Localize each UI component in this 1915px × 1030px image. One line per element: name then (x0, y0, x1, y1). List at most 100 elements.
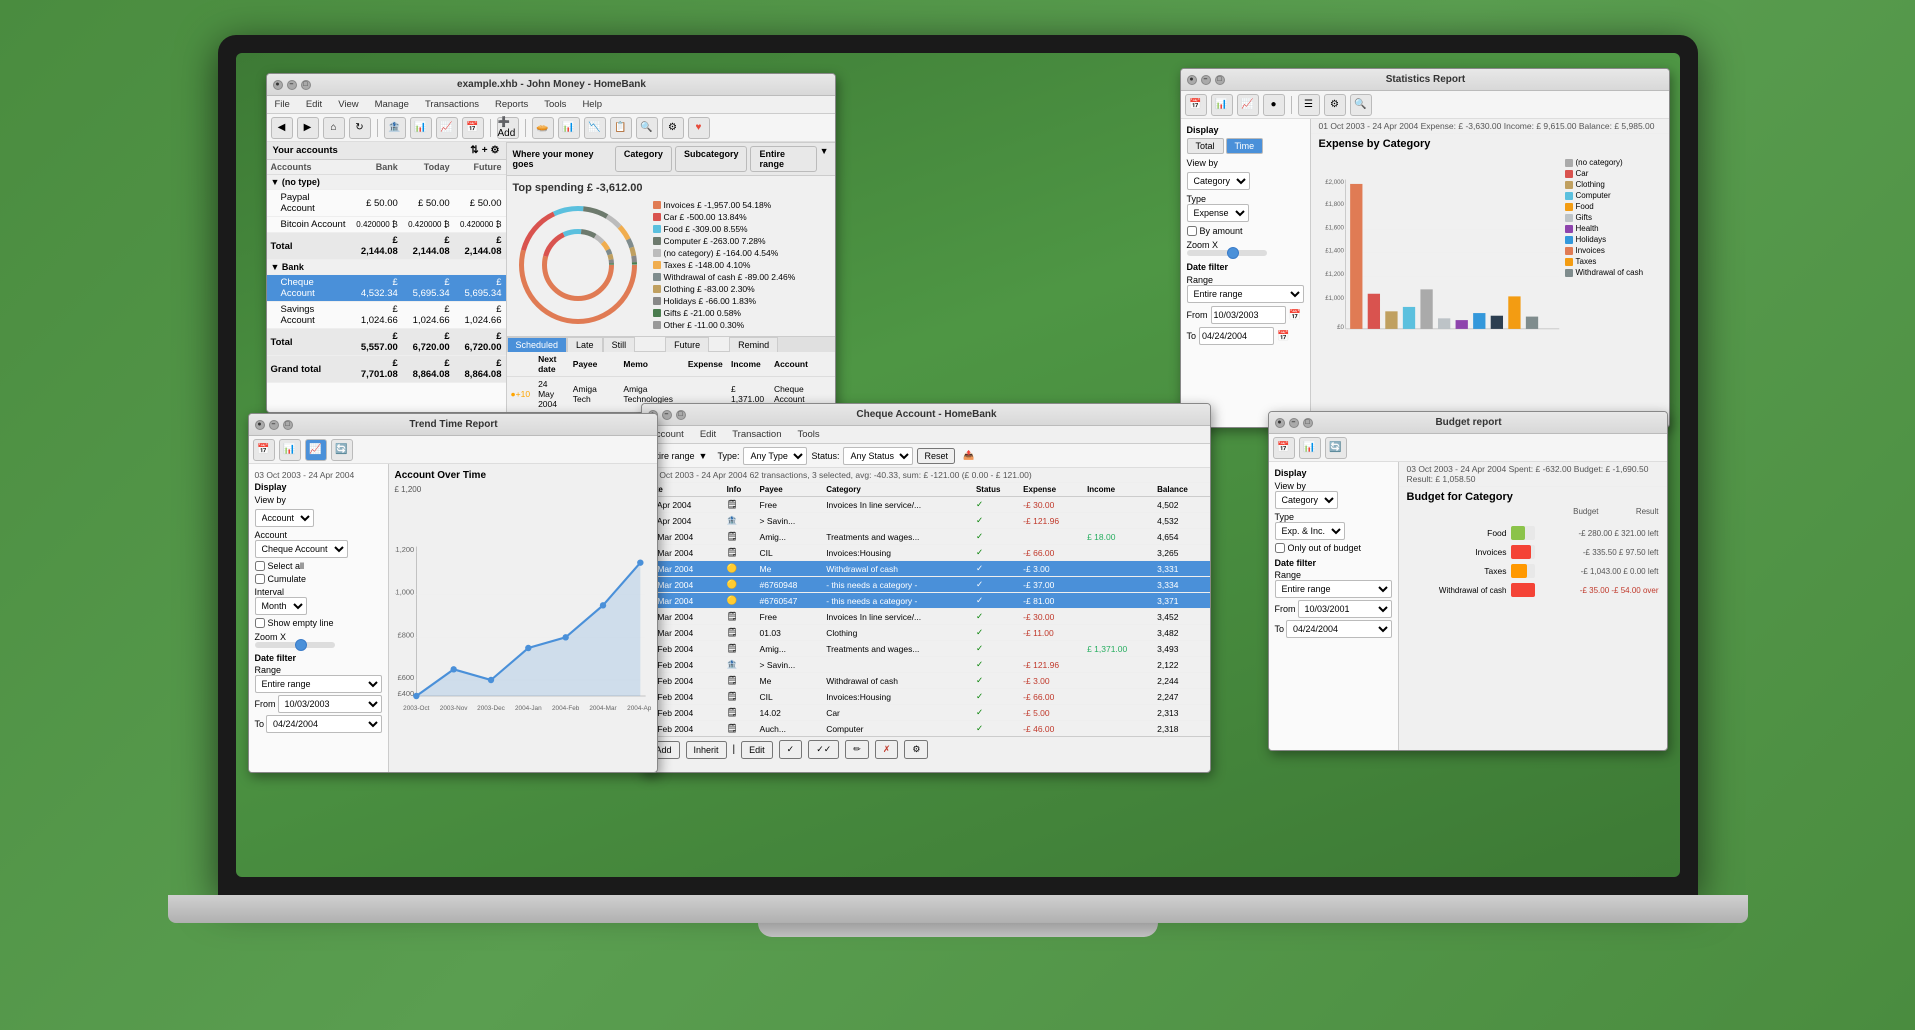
toolbar-filter[interactable]: 🔍 (636, 117, 658, 139)
stats-range-select[interactable]: Entire range (1187, 285, 1304, 303)
stats-byamount-check[interactable] (1187, 226, 1197, 236)
cheque-minimize[interactable]: – (662, 410, 672, 420)
toolbar-forward[interactable]: ▶ (297, 117, 319, 139)
toolbar-heart[interactable]: ♥ (688, 117, 710, 139)
menu-view[interactable]: View (334, 98, 362, 111)
trans-row-12[interactable]: 25 Feb 2004 🗒 Me Withdrawal of cash ✓ -£… (642, 673, 1210, 689)
budget-btn-2[interactable]: 📊 (1299, 437, 1321, 459)
cheque-dropdown-icon[interactable]: ▼ (699, 451, 708, 461)
filter-dropdown-icon[interactable]: ▼ (820, 146, 829, 172)
trans-delete-btn[interactable]: ✗ (875, 740, 899, 759)
stats-close[interactable]: ● (1187, 75, 1197, 85)
cheque-trans-scroll[interactable]: Date Info Payee Category Status Expense … (642, 483, 1210, 736)
trans-row-13[interactable]: 15 Feb 2004 🗒 CIL Invoices:Housing ✓ -£ … (642, 689, 1210, 705)
trans-row-8[interactable]: 03 Mar 2004 🗒 Free Invoices In line serv… (642, 609, 1210, 625)
trend-btn-2[interactable]: 📊 (279, 439, 301, 461)
trend-btn-4[interactable]: 🔄 (331, 439, 353, 461)
trans-row-7[interactable]: 14 Mar 2004 🟡 #6760547 - this needs a ca… (642, 593, 1210, 609)
maximize-btn[interactable]: □ (301, 80, 311, 90)
budget-close[interactable]: ● (1275, 418, 1285, 428)
trans-row-11[interactable]: 27 Feb 2004 🏦 > Savin... ✓ -£ 121.96 2,1… (642, 657, 1210, 673)
trans-row-6[interactable]: 14 Mar 2004 🟡 #6760948 - this needs a ca… (642, 577, 1210, 593)
account-row-savings[interactable]: Savings Account £ 1,024.66 £ 1,024.66 £ … (267, 302, 506, 329)
trend-interval-select[interactable]: Month (255, 597, 307, 615)
stats-to-input[interactable] (1199, 327, 1274, 345)
account-row-bitcoin[interactable]: Bitcoin Account 0.420000 ₿ 0.420000 ₿ 0.… (267, 217, 506, 233)
toolbar-add[interactable]: ➕ Add (497, 117, 519, 139)
stats-viewby-select[interactable]: Category (1187, 172, 1250, 190)
menu-file[interactable]: File (271, 98, 294, 111)
cheque-reset-btn[interactable]: Reset (917, 448, 955, 464)
budget-type-select[interactable]: Exp. & Inc. (1275, 522, 1345, 540)
trans-row-1[interactable]: 03 Apr 2004 🗒 Free Invoices In line serv… (642, 497, 1210, 513)
trans-edit2-btn[interactable]: ✏ (845, 740, 869, 759)
tab-scheduled[interactable]: Scheduled (507, 337, 568, 352)
stats-btn-4[interactable]: ● (1263, 94, 1285, 116)
toolbar-calendar[interactable]: 📅 (462, 117, 484, 139)
trans-settings-btn[interactable]: ⚙ (904, 740, 928, 759)
trend-selectall-check[interactable] (255, 561, 265, 571)
trend-btn-3[interactable]: 📈 (305, 439, 327, 461)
budget-viewby-select[interactable]: Category (1275, 491, 1338, 509)
budget-to-select[interactable]: 04/24/2004 (1286, 620, 1391, 638)
menu-tools[interactable]: Tools (540, 98, 570, 111)
trans-row-9[interactable]: 01 Mar 2004 🗒 01.03 Clothing ✓ -£ 11.00 … (642, 625, 1210, 641)
accounts-sort-icon[interactable]: ⇅ (470, 145, 478, 156)
stats-btn-5[interactable]: ☰ (1298, 94, 1320, 116)
stats-zoomx-thumb[interactable] (1227, 247, 1239, 259)
trend-close[interactable]: ● (255, 420, 265, 430)
stats-mode-total[interactable]: Total (1187, 138, 1224, 154)
trend-range-select[interactable]: Entire range (255, 675, 382, 693)
trans-row-10[interactable]: 27 Feb 2004 🗒 Amig... Treatments and wag… (642, 641, 1210, 657)
trend-btn-1[interactable]: 📅 (253, 439, 275, 461)
stats-to-calendar-icon[interactable]: 📅 (1277, 331, 1289, 342)
trans-row-15[interactable]: 05 Feb 2004 🗒 Auch... Computer ✓ -£ 46.0… (642, 721, 1210, 737)
budget-from-select[interactable]: 10/03/2001 (1298, 600, 1392, 618)
trend-account-select[interactable]: Cheque Account (255, 540, 348, 558)
toolbar-refresh[interactable]: ↻ (349, 117, 371, 139)
stats-btn-2[interactable]: 📊 (1211, 94, 1233, 116)
menu-reports[interactable]: Reports (491, 98, 532, 111)
budget-onlyout-check[interactable] (1275, 543, 1285, 553)
menu-manage[interactable]: Manage (371, 98, 413, 111)
stats-mode-time[interactable]: Time (1226, 138, 1264, 154)
budget-maximize[interactable]: □ (1303, 418, 1313, 428)
tab-future[interactable]: Future (665, 337, 709, 352)
trend-cumulate-check[interactable] (255, 574, 265, 584)
budget-minimize[interactable]: – (1289, 418, 1299, 428)
toolbar-settings[interactable]: ⚙ (662, 117, 684, 139)
trend-zoomx-thumb[interactable] (295, 639, 307, 651)
toolbar-back[interactable]: ◀ (271, 117, 293, 139)
toolbar-report[interactable]: 📋 (610, 117, 632, 139)
stats-type-select[interactable]: Expense (1187, 204, 1249, 222)
account-row-paypal[interactable]: Paypal Account £ 50.00 £ 50.00 £ 50.00 (267, 190, 506, 217)
filter-entirerange-btn[interactable]: Entire range (750, 146, 816, 172)
stats-maximize[interactable]: □ (1215, 75, 1225, 85)
stats-btn-6[interactable]: ⚙ (1324, 94, 1346, 116)
filter-category-btn[interactable]: Category (615, 146, 672, 172)
menu-transactions[interactable]: Transactions (421, 98, 483, 111)
cheque-status-select[interactable]: Any Status (843, 447, 913, 465)
toolbar-stats[interactable]: 📈 (436, 117, 458, 139)
menu-edit[interactable]: Edit (302, 98, 326, 111)
stats-btn-7[interactable]: 🔍 (1350, 94, 1372, 116)
cheque-menu-tools[interactable]: Tools (793, 428, 823, 441)
tab-late[interactable]: Late (567, 337, 603, 352)
trend-showempty-check[interactable] (255, 618, 265, 628)
trend-minimize[interactable]: – (269, 420, 279, 430)
filter-subcategory-btn[interactable]: Subcategory (675, 146, 748, 172)
toolbar-bar-chart[interactable]: 📊 (558, 117, 580, 139)
toolbar-accounts[interactable]: 🏦 (384, 117, 406, 139)
trans-checkall-btn[interactable]: ✓✓ (808, 740, 839, 759)
trans-row-14[interactable]: 14 Feb 2004 🗒 14.02 Car ✓ -£ 5.00 2,313 (642, 705, 1210, 721)
trans-row-2[interactable]: 03 Apr 2004 🏦 > Savin... ✓ -£ 121.96 4,5… (642, 513, 1210, 529)
cheque-type-select[interactable]: Any Type (743, 447, 807, 465)
cheque-menu-edit[interactable]: Edit (696, 428, 720, 441)
account-row-cheque[interactable]: Cheque Account £ 4,532.34 £ 5,695.34 £ 5… (267, 275, 506, 302)
cheque-maximize[interactable]: □ (676, 410, 686, 420)
minimize-btn[interactable]: – (287, 80, 297, 90)
toolbar-chart[interactable]: 📊 (410, 117, 432, 139)
tab-still[interactable]: Still (603, 337, 636, 352)
trans-row-4[interactable]: 15 Mar 2004 🗒 CIL Invoices:Housing ✓ -£ … (642, 545, 1210, 561)
menu-help[interactable]: Help (578, 98, 606, 111)
